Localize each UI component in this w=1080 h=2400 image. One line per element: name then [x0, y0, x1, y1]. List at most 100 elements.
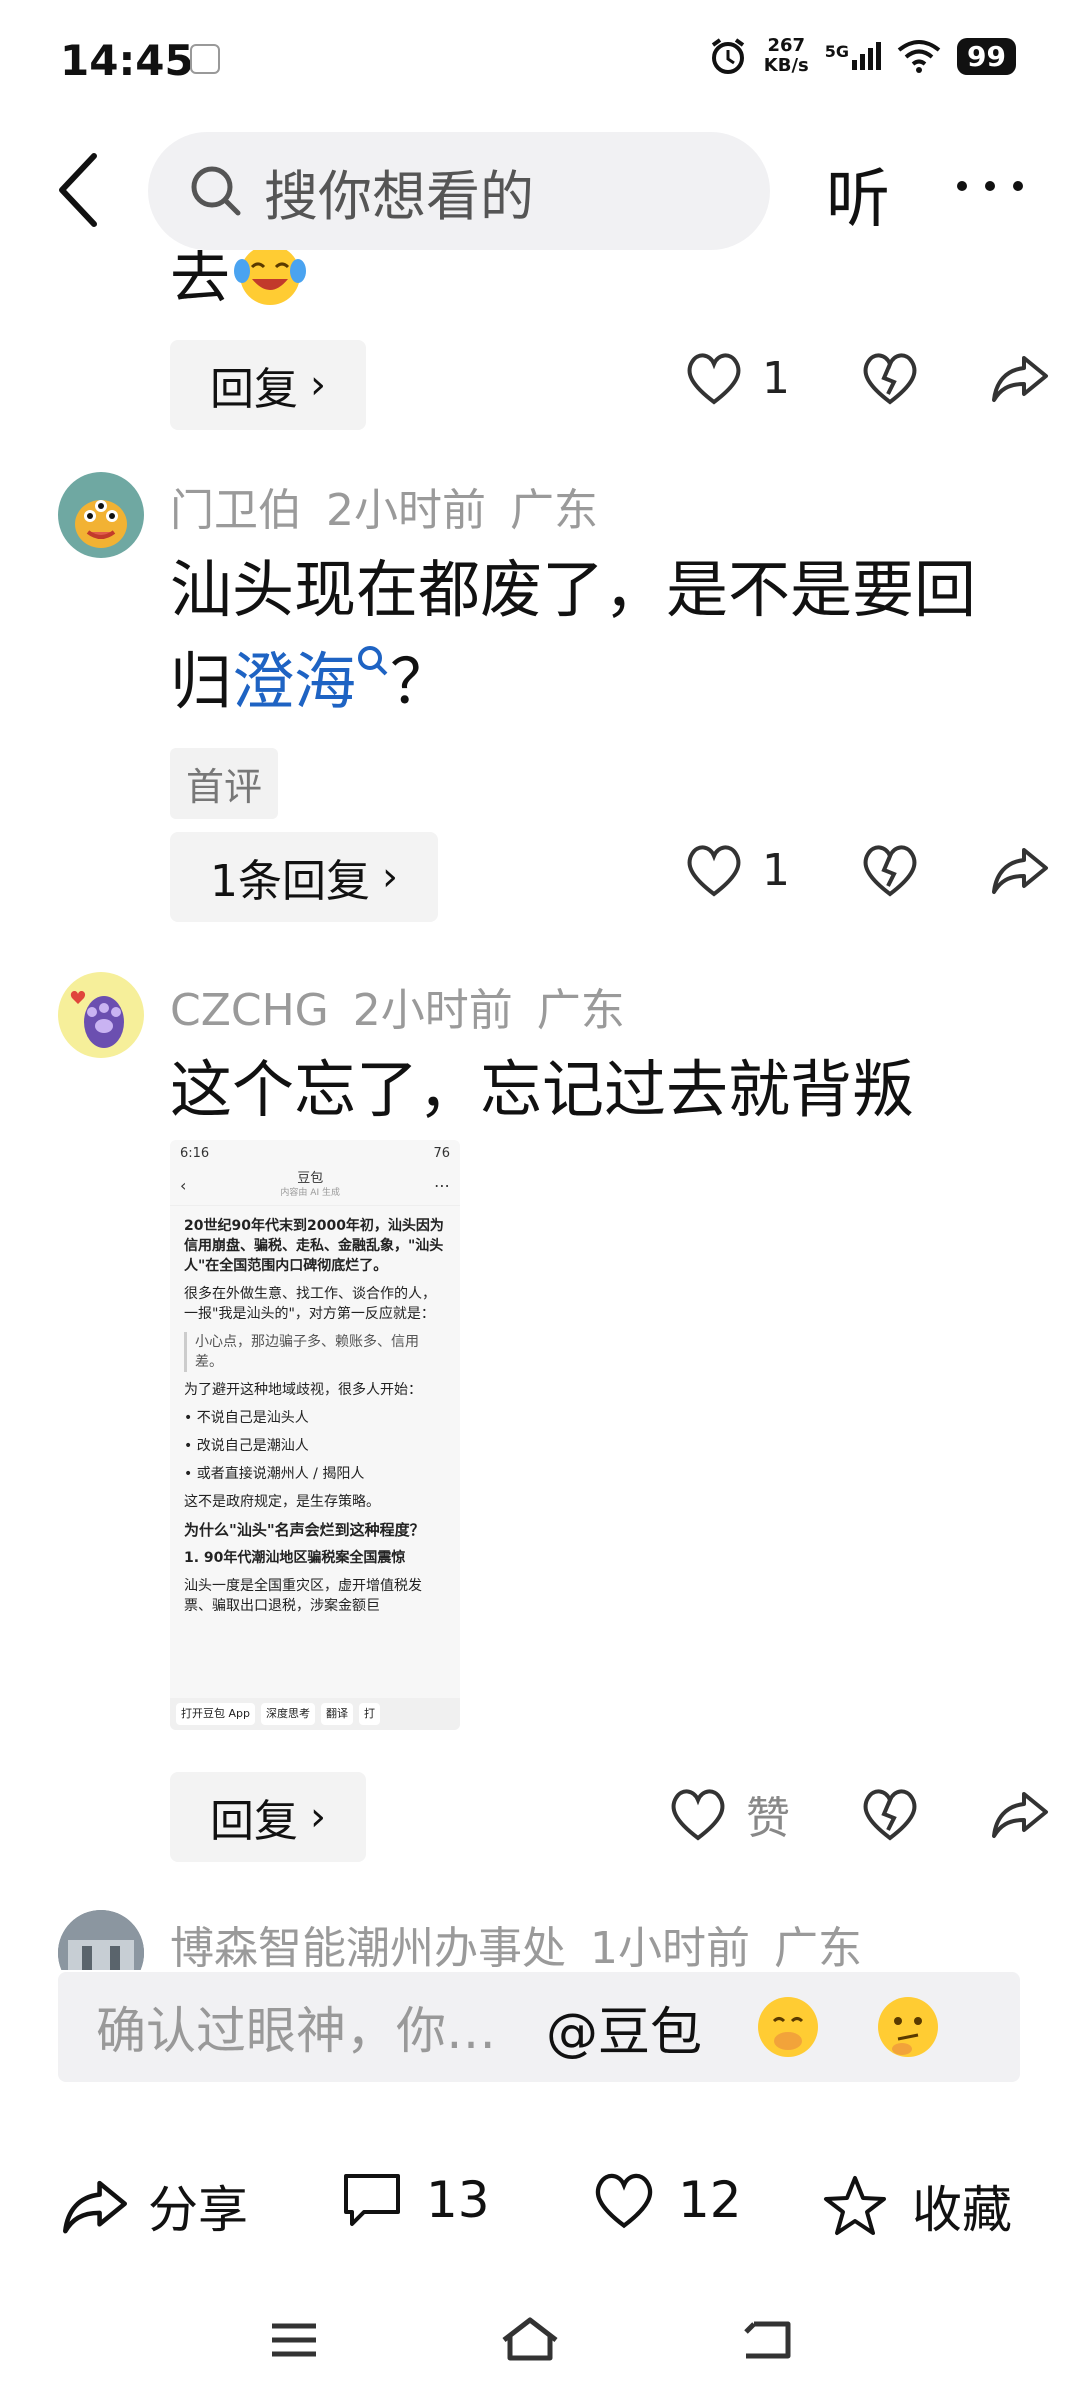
like-button[interactable]: 赞 — [668, 1782, 790, 1846]
reply-label: 1条回复 — [210, 856, 370, 907]
share-button[interactable]: 分享 — [60, 2170, 248, 2242]
image-back-icon: ‹ — [180, 1176, 187, 1195]
first-comment-tag: 首评 — [170, 748, 279, 819]
top-bar: 搜你想看的 听 — [0, 130, 1080, 250]
image-text: 1. 90年代潮汕地区骗税案全国震惊 — [184, 1550, 406, 1566]
return-icon[interactable] — [740, 2316, 796, 2364]
comment-text: 去 — [170, 250, 310, 315]
share-arrow-icon[interactable] — [990, 350, 1050, 406]
comment-text-tail: 去 — [170, 250, 230, 312]
image-text: 20世纪90年代末到2000年初，汕头因为信用崩盘、骗税、走私、金融乱象，"汕头… — [184, 1218, 444, 1274]
share-arrow-icon[interactable] — [990, 842, 1050, 898]
paw-avatar-icon — [70, 991, 124, 1048]
comment-button[interactable]: 13 — [340, 2170, 490, 2230]
avatar[interactable] — [58, 972, 144, 1058]
comment-actions: 1 — [684, 842, 1050, 898]
more-icon[interactable] — [950, 156, 1030, 216]
image-status-bar: 6:16 76 — [170, 1140, 460, 1166]
image-text: 很多在外做生意、找工作、谈合作的人，一报"我是汕头的"，对方第一反应就是： — [184, 1286, 436, 1322]
comment-input-placeholder: 确认过眼神，你… — [96, 2002, 496, 2060]
broken-heart-icon[interactable] — [860, 842, 920, 898]
comment-time: 2小时前 — [352, 985, 513, 1036]
comment-count: 13 — [426, 2171, 490, 2229]
image-list-text: 改说自己是潮汕人 — [196, 1438, 309, 1454]
image-list-item: • 或者直接说潮州人 / 揭阳人 — [184, 1466, 365, 1482]
author-name[interactable]: CZCHG — [170, 985, 329, 1036]
network-type: 5G — [824, 42, 850, 61]
laughing-emoji-icon — [234, 250, 306, 305]
image-title-block: 豆包 内容由 AI 生成 — [280, 1171, 340, 1200]
heart-icon — [687, 353, 741, 405]
image-text: 为了避开这种地域歧视，很多人开始： — [184, 1382, 422, 1398]
comment-location: 广东 — [510, 485, 598, 536]
thinking-emoji-icon[interactable] — [874, 1993, 942, 2061]
broken-heart-icon[interactable] — [860, 350, 920, 406]
comment-icon — [344, 2174, 400, 2226]
comment-text: 这个忘了，忘记过去就背叛 — [170, 1053, 915, 1126]
avatar[interactable] — [58, 472, 144, 558]
reply-button[interactable]: 1条回复 › — [170, 832, 438, 922]
image-chip: 翻译 — [321, 1703, 353, 1725]
heart-icon — [687, 845, 741, 897]
comment-list: 去 回复 › 1 门卫伯 2小时前 广东 汕头现在都废了，是不是要回归澄海？ 首评 — [0, 250, 1080, 1970]
keyword-text: 澄海 — [232, 645, 357, 718]
mention-doubao-button[interactable]: @豆包 — [546, 1990, 702, 2065]
comment-image[interactable]: 6:16 76 ‹ 豆包 内容由 AI 生成 ⋯ 20世纪90年代末到2000年… — [170, 1140, 460, 1730]
image-chip: 打 — [359, 1703, 380, 1725]
share-arrow-icon[interactable] — [990, 1786, 1050, 1842]
chevron-right-icon: › — [310, 1794, 326, 1840]
listen-button[interactable]: 听 — [826, 148, 890, 240]
comment-meta: CZCHG 2小时前 广东 — [170, 974, 649, 1038]
menu-icon[interactable] — [268, 2318, 320, 2362]
image-text: 汕头一度是全国重灾区，虚开增值税发票、骗取出口退税，涉案金额巨 — [184, 1578, 422, 1614]
comment-meta: 博森智能潮州办事处 1小时前 广东 — [170, 1912, 886, 1970]
like-count: 1 — [762, 844, 790, 896]
collect-button[interactable]: 收藏 — [822, 2170, 1012, 2242]
reply-button[interactable]: 回复 › — [170, 1772, 366, 1862]
image-subtitle: 内容由 AI 生成 — [280, 1187, 340, 1198]
comment-location: 广东 — [536, 985, 625, 1036]
comment-input[interactable]: 确认过眼神，你… @豆包 — [58, 1972, 1020, 2082]
author-name[interactable]: 博森智能潮州办事处 — [170, 1923, 566, 1970]
like-button[interactable]: 1 — [684, 842, 790, 898]
image-chip: 深度思考 — [261, 1703, 315, 1725]
comment-location: 广东 — [774, 1923, 862, 1970]
avatar[interactable] — [58, 1910, 144, 1970]
notification-icon — [190, 44, 220, 74]
status-bar: 14:45 267 KB/s 5G 99 — [0, 0, 1080, 120]
comment-meta: 门卫伯 2小时前 广东 — [170, 474, 622, 538]
search-keyword-link[interactable]: 澄海 — [232, 645, 390, 718]
star-icon — [824, 2176, 886, 2235]
back-arrow-icon[interactable] — [50, 150, 110, 230]
cover-mouth-emoji-icon[interactable] — [754, 1993, 822, 2061]
comment-time: 1小时前 — [590, 1923, 750, 1970]
home-icon[interactable] — [500, 2314, 560, 2364]
image-list-text: 不说自己是汕头人 — [196, 1410, 309, 1426]
reply-button[interactable]: 回复 › — [170, 340, 366, 430]
image-list-item: • 改说自己是潮汕人 — [184, 1438, 309, 1454]
like-label: 赞 — [746, 1793, 790, 1844]
image-body: 20世纪90年代末到2000年初，汕头因为信用崩盘、骗税、走私、金融乱象，"汕头… — [170, 1206, 460, 1634]
author-name[interactable]: 门卫伯 — [170, 485, 302, 536]
heart-icon — [595, 2173, 653, 2229]
search-input[interactable]: 搜你想看的 — [148, 132, 770, 250]
share-label: 分享 — [148, 2181, 248, 2239]
comment-actions: 赞 — [668, 1782, 1050, 1846]
wifi-icon — [897, 40, 941, 73]
signal-icon: 5G — [824, 42, 882, 70]
reply-label: 回复 — [210, 1796, 298, 1847]
comment-text: 汕头现在都废了，是不是要回归澄海？ — [170, 544, 1010, 728]
search-icon — [191, 166, 241, 216]
broken-heart-icon[interactable] — [860, 1786, 920, 1842]
image-header: ‹ 豆包 内容由 AI 生成 ⋯ — [170, 1166, 460, 1206]
image-footer: 打开豆包 App 深度思考 翻译 打 — [170, 1698, 460, 1730]
image-heading: 为什么"汕头"名声会烂到这种程度？ — [184, 1521, 425, 1539]
net-speed-value: 267 — [767, 35, 806, 56]
net-speed-unit: KB/s — [763, 55, 809, 76]
like-button[interactable]: 1 — [684, 350, 790, 406]
like-button[interactable]: 12 — [592, 2170, 742, 2230]
image-time: 6:16 — [180, 1146, 210, 1161]
alarm-icon — [711, 38, 744, 74]
status-icons: 267 KB/s 5G 99 — [708, 36, 1016, 76]
collect-label: 收藏 — [912, 2181, 1012, 2239]
